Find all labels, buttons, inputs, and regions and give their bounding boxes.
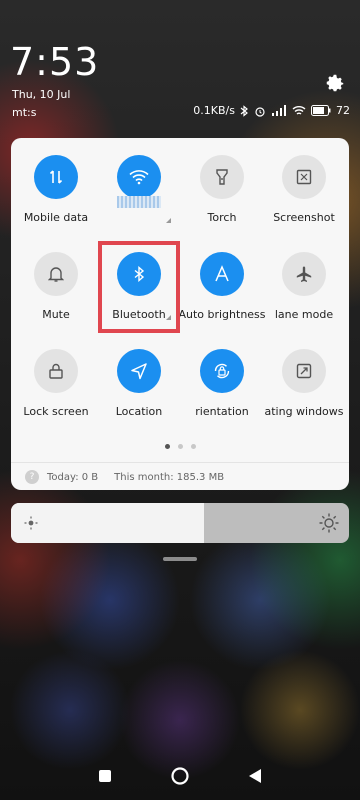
data-usage-row[interactable]: ? Today: 0 B This month: 185.3 MB <box>25 470 224 484</box>
airplane-icon <box>282 252 326 296</box>
tile-airplane-mode[interactable]: lane mode <box>262 252 346 321</box>
back-button[interactable] <box>248 768 262 784</box>
carrier-name: mt:s <box>12 106 37 119</box>
date: Thu, 10 Jul <box>12 88 71 101</box>
tile-wifi[interactable] <box>97 155 181 224</box>
tile-label: Screenshot <box>273 211 335 224</box>
tile-screenshot[interactable]: Screenshot <box>262 155 346 224</box>
tile-label: Mobile data <box>23 211 89 224</box>
brightness-high-icon <box>319 513 339 537</box>
battery-icon <box>311 105 331 116</box>
home-button[interactable] <box>170 766 190 786</box>
brightness-slider[interactable] <box>11 503 349 543</box>
tile-mobile-data[interactable]: Mobile data <box>14 155 98 224</box>
page-dot <box>177 444 183 449</box>
tile-label: Mute <box>42 308 70 321</box>
location-icon <box>117 349 161 393</box>
tile-auto-brightness[interactable]: Auto brightness <box>178 252 266 321</box>
tile-label: Auto brightness <box>178 308 266 321</box>
help-icon: ? <box>25 470 39 484</box>
tile-rotation-lock[interactable]: rientation <box>180 349 264 418</box>
tile-label: Lock screen <box>23 405 89 418</box>
tile-floating-windows[interactable]: ating windows <box>262 349 346 418</box>
network-speed: 0.1KB/s <box>193 104 235 117</box>
alarm-icon <box>254 105 266 117</box>
lock-icon <box>34 349 78 393</box>
tile-label: Location <box>115 405 163 418</box>
battery-percent: 72 <box>336 104 350 117</box>
tile-label: ating windows <box>264 405 344 418</box>
tile-label: lane mode <box>274 308 334 321</box>
signal-icon <box>271 105 287 116</box>
page-dot <box>190 444 196 449</box>
floating-window-icon <box>282 349 326 393</box>
bluetooth-highlight-box <box>98 241 180 333</box>
status-bar: 0.1KB/s 72 <box>193 104 350 117</box>
screenshot-icon <box>282 155 326 199</box>
tile-label: rientation <box>195 405 249 418</box>
navigation-bar <box>0 752 360 800</box>
auto-brightness-icon <box>200 252 244 296</box>
bell-icon <box>34 252 78 296</box>
panel-drag-handle[interactable] <box>163 557 197 561</box>
page-indicator <box>11 444 349 449</box>
tile-mute[interactable]: Mute <box>14 252 98 321</box>
usage-month: This month: 185.3 MB <box>114 471 225 483</box>
divider <box>11 462 349 463</box>
bluetooth-status-icon <box>240 104 249 117</box>
page-dot-active <box>164 444 170 449</box>
expand-corner-icon <box>166 218 171 223</box>
clock: 7:53 <box>10 40 100 84</box>
usage-today: Today: 0 B <box>47 471 99 483</box>
rotation-lock-icon <box>200 349 244 393</box>
torch-icon <box>200 155 244 199</box>
tile-location[interactable]: Location <box>97 349 181 418</box>
blurred-network-name <box>117 196 161 208</box>
recents-button[interactable] <box>98 769 112 783</box>
wifi-icon <box>117 155 161 199</box>
tile-torch[interactable]: Torch <box>180 155 264 224</box>
tile-lock-screen[interactable]: Lock screen <box>14 349 98 418</box>
mobile-data-icon <box>34 155 78 199</box>
quick-settings-panel: Mobile data Torch Screenshot Mute Blueto… <box>11 138 349 490</box>
wifi-status-icon <box>292 105 306 116</box>
settings-gear-icon[interactable] <box>324 72 346 94</box>
brightness-level <box>11 503 204 543</box>
tile-label: Torch <box>207 211 237 224</box>
brightness-low-icon <box>24 515 38 534</box>
